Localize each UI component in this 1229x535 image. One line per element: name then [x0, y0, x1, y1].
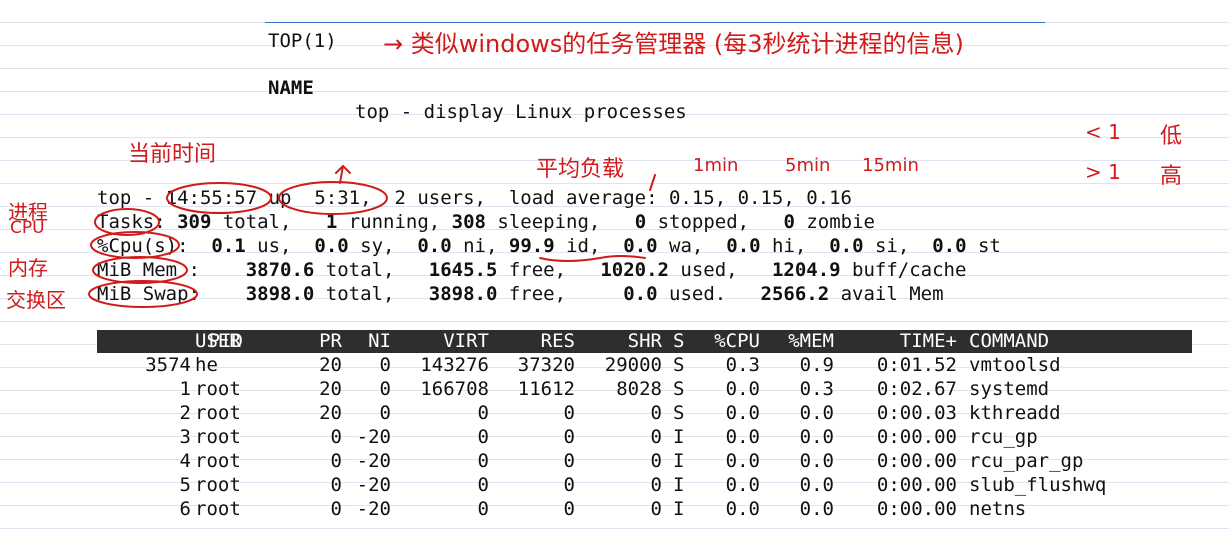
summary-line-mem: MiB Mem : 3870.6 total, 1645.5 free, 102… [97, 259, 967, 281]
header-rule [265, 22, 1045, 23]
col-cpu: %CPU [714, 330, 760, 352]
col-user: USER [195, 330, 241, 352]
annotation-current-time: 当前时间 [128, 142, 217, 167]
annotation-cpu: CPU [10, 218, 45, 238]
load-average: 2 users, load average: 0.15, 0.15, 0.16 [371, 187, 852, 209]
arrow-uptime [335, 164, 351, 184]
table-row: 3574 he 20 0 143276 37320 29000 S 0.3 0.… [145, 354, 1061, 376]
col-mem: %MEM [788, 330, 834, 352]
table-row: 6 root 0 -20 0 0 0 I 0.0 0.0 0:00.00 net… [179, 498, 1027, 520]
annotation-high: 高 [1160, 164, 1183, 189]
col-pr: PR [319, 330, 342, 352]
current-time: 14:55:57 [165, 187, 258, 209]
table-row: 5 root 0 -20 0 0 0 I 0.0 0.0 0:00.00 slu… [179, 474, 1107, 496]
annotation-title-note: → 类似windows的任务管理器 (每3秒统计进程的信息) [383, 30, 964, 58]
col-res: RES [540, 330, 575, 352]
annotation-load-average: 平均负载 [536, 157, 625, 182]
annotation-15min: 15min [862, 155, 919, 176]
annotation-lt1: < 1 [1085, 120, 1121, 144]
col-ni: NI [368, 330, 391, 352]
annotation-low: 低 [1160, 124, 1183, 149]
man-title: TOP(1) [268, 30, 337, 52]
annotation-1min: 1min [693, 155, 739, 176]
uptime: up 5:31, [268, 187, 372, 209]
col-state: S [673, 330, 685, 352]
description: top - display Linux processes [355, 101, 687, 123]
annotation-gt1: > 1 [1085, 160, 1121, 184]
table-row: 1 root 20 0 166708 11612 8028 S 0.0 0.3 … [179, 378, 1050, 400]
process-table-header: PID USER PR NI VIRT RES SHR S %CPU %MEM … [97, 330, 1192, 353]
table-row: 4 root 0 -20 0 0 0 I 0.0 0.0 0:00.00 rcu… [179, 450, 1084, 472]
col-shr: SHR [627, 330, 662, 352]
summary-line-uptime: top - 14:55:57 up 5:31, 2 users, load av… [97, 187, 852, 209]
summary-line-cpu: %Cpu(s): 0.1 us, 0.0 sy, 0.0 ni, 99.9 id… [97, 235, 1001, 257]
table-row: 3 root 0 -20 0 0 0 I 0.0 0.0 0:00.00 rcu… [179, 426, 1038, 448]
summary-line-tasks: Tasks: 309 total, 1 running, 308 sleepin… [97, 211, 875, 233]
table-row: 2 root 20 0 0 0 0 S 0.0 0.0 0:00.03 kthr… [179, 402, 1061, 424]
summary-line-swap: MiB Swap: 3898.0 total, 3898.0 free, 0.0… [97, 283, 944, 305]
annotation-swap: 交换区 [6, 288, 66, 312]
section-name: NAME [268, 77, 314, 99]
annotation-memory: 内存 [8, 256, 48, 280]
annotation-5min: 5min [785, 155, 831, 176]
col-time: TIME+ [899, 330, 957, 352]
col-command: COMMAND [969, 330, 1050, 352]
col-virt: VIRT [443, 330, 489, 352]
